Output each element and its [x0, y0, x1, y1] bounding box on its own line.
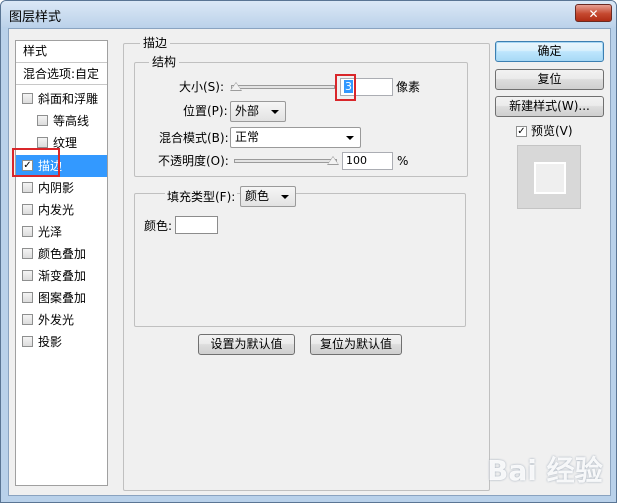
- dialog-title: 图层样式: [9, 10, 62, 25]
- stroke-group-title: 描边: [140, 36, 171, 50]
- position-label: 位置(P):: [183, 104, 228, 118]
- drop-shadow-checkbox[interactable]: [22, 336, 33, 347]
- baidu-watermark: Bai 经验: [487, 454, 603, 487]
- style-item-color-overlay[interactable]: 颜色叠加: [16, 243, 107, 265]
- ok-button[interactable]: 确定: [495, 41, 604, 62]
- style-item-inner-shadow[interactable]: 内阴影: [16, 177, 107, 199]
- blend-options-item[interactable]: 混合选项:自定: [16, 63, 107, 85]
- bevel-emboss-checkbox[interactable]: [22, 93, 33, 104]
- size-label: 大小(S):: [179, 80, 225, 94]
- style-item-label: 斜面和浮雕: [38, 92, 99, 106]
- blend-mode-select[interactable]: 正常: [230, 127, 361, 148]
- new-style-button[interactable]: 新建样式(W)...: [495, 96, 604, 117]
- style-preview: [517, 145, 581, 209]
- dropdown-arrow-icon: [271, 110, 279, 114]
- style-item-label: 颜色叠加: [38, 247, 87, 261]
- reset-button[interactable]: 复位: [495, 69, 604, 90]
- contour-checkbox[interactable]: [37, 115, 48, 126]
- fill-type-label: 填充类型(F):: [165, 189, 238, 205]
- gradient-overlay-checkbox[interactable]: [22, 270, 33, 281]
- set-as-default-button[interactable]: 设置为默认值: [198, 334, 295, 355]
- opacity-label: 不透明度(O):: [158, 154, 229, 168]
- style-item-label: 内阴影: [38, 181, 75, 195]
- title-bar[interactable]: 图层样式 ✕: [1, 1, 616, 27]
- dialog-body: 样式 混合选项:自定 斜面和浮雕 等高线 纹理 ✓ 描边 内阴影 内发光 光泽 …: [8, 28, 611, 496]
- style-item-label: 等高线: [53, 114, 90, 128]
- fill-type-select[interactable]: 颜色: [240, 186, 296, 207]
- texture-checkbox[interactable]: [37, 137, 48, 148]
- pattern-overlay-checkbox[interactable]: [22, 292, 33, 303]
- style-item-label: 渐变叠加: [38, 269, 87, 283]
- opacity-unit: %: [397, 154, 409, 168]
- style-item-drop-shadow[interactable]: 投影: [16, 331, 107, 353]
- layer-style-dialog: 图层样式 ✕ 样式 混合选项:自定 斜面和浮雕 等高线 纹理 ✓ 描边 内阴影 …: [0, 0, 617, 503]
- close-icon: ✕: [588, 7, 599, 21]
- style-list-header[interactable]: 样式: [16, 41, 107, 63]
- blend-mode-label: 混合模式(B):: [159, 131, 229, 145]
- dropdown-arrow-icon: [346, 136, 354, 140]
- color-overlay-checkbox[interactable]: [22, 248, 33, 259]
- close-button[interactable]: ✕: [575, 4, 612, 22]
- preview-label: 预览(V): [531, 124, 573, 138]
- reset-to-default-button[interactable]: 复位为默认值: [310, 334, 402, 355]
- check-icon: ✓: [517, 126, 526, 137]
- stroke-highlight-box: [12, 148, 60, 177]
- dropdown-arrow-icon: [281, 195, 289, 199]
- preview-swatch: [534, 162, 566, 194]
- style-item-contour[interactable]: 等高线: [16, 110, 107, 132]
- size-highlight-box: [335, 74, 356, 101]
- opacity-input[interactable]: 100: [342, 152, 393, 170]
- inner-glow-checkbox[interactable]: [22, 204, 33, 215]
- size-slider-thumb[interactable]: [230, 82, 242, 91]
- style-item-inner-glow[interactable]: 内发光: [16, 199, 107, 221]
- position-value: 外部: [235, 104, 260, 118]
- outer-glow-checkbox[interactable]: [22, 314, 33, 325]
- color-label: 颜色:: [144, 219, 173, 233]
- size-slider-track[interactable]: [231, 85, 335, 89]
- style-item-label: 内发光: [38, 203, 75, 217]
- preview-checkbox[interactable]: ✓: [516, 126, 527, 137]
- opacity-value: 100: [346, 154, 367, 167]
- stroke-color-swatch[interactable]: [175, 216, 218, 234]
- satin-checkbox[interactable]: [22, 226, 33, 237]
- blend-mode-value: 正常: [235, 130, 260, 144]
- style-item-label: 光泽: [38, 225, 63, 239]
- position-select[interactable]: 外部: [230, 101, 286, 122]
- style-item-bevel-emboss[interactable]: 斜面和浮雕: [16, 88, 107, 110]
- fill-group: [134, 193, 466, 327]
- style-item-satin[interactable]: 光泽: [16, 221, 107, 243]
- style-item-gradient-overlay[interactable]: 渐变叠加: [16, 265, 107, 287]
- fill-type-value: 颜色: [245, 189, 270, 203]
- structure-group-title: 结构: [149, 55, 180, 69]
- style-item-outer-glow[interactable]: 外发光: [16, 309, 107, 331]
- style-item-label: 图案叠加: [38, 291, 87, 305]
- opacity-slider-thumb[interactable]: [327, 156, 339, 165]
- inner-shadow-checkbox[interactable]: [22, 182, 33, 193]
- style-item-label: 外发光: [38, 313, 75, 327]
- style-item-pattern-overlay[interactable]: 图案叠加: [16, 287, 107, 309]
- opacity-slider-track[interactable]: [234, 159, 337, 163]
- size-unit: 像素: [396, 80, 421, 94]
- style-list: 样式 混合选项:自定 斜面和浮雕 等高线 纹理 ✓ 描边 内阴影 内发光 光泽 …: [15, 40, 108, 486]
- style-item-label: 投影: [38, 335, 63, 349]
